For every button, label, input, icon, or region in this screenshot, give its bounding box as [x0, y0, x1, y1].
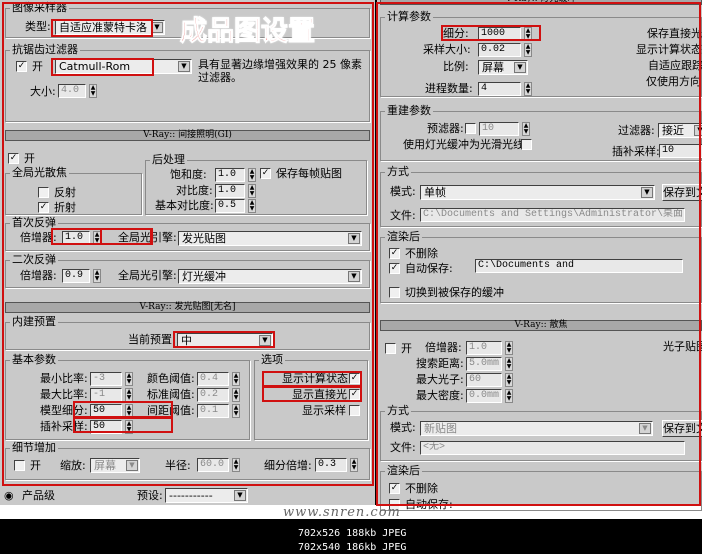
highlight-box: [441, 25, 541, 41]
watermark-text: www.snren.com: [283, 505, 401, 520]
highlight-box: [51, 19, 153, 37]
highlight-box: [262, 386, 362, 402]
highlight-box: [100, 228, 152, 245]
highlight-box: [262, 371, 362, 387]
highlight-box: [73, 417, 173, 433]
highlight-box: [173, 331, 275, 348]
highlight-box: [73, 401, 173, 418]
label: 产品级: [22, 489, 55, 502]
chevron-down-icon: ▼: [234, 490, 246, 501]
render-preset-dropdown[interactable]: ----------- ▼: [165, 488, 248, 503]
production-radio[interactable]: ◉: [4, 489, 14, 502]
image-info-line: 702x526 188kb JPEG: [298, 528, 407, 539]
highlight-box: [51, 58, 154, 76]
overlay-title: 成品图设置: [180, 16, 316, 48]
label: 预设:: [137, 489, 163, 502]
image-info-line: 702x540 186kb JPEG: [298, 542, 407, 553]
right-highlight-frame: [376, 2, 701, 506]
dropdown-value: -----------: [169, 489, 213, 502]
